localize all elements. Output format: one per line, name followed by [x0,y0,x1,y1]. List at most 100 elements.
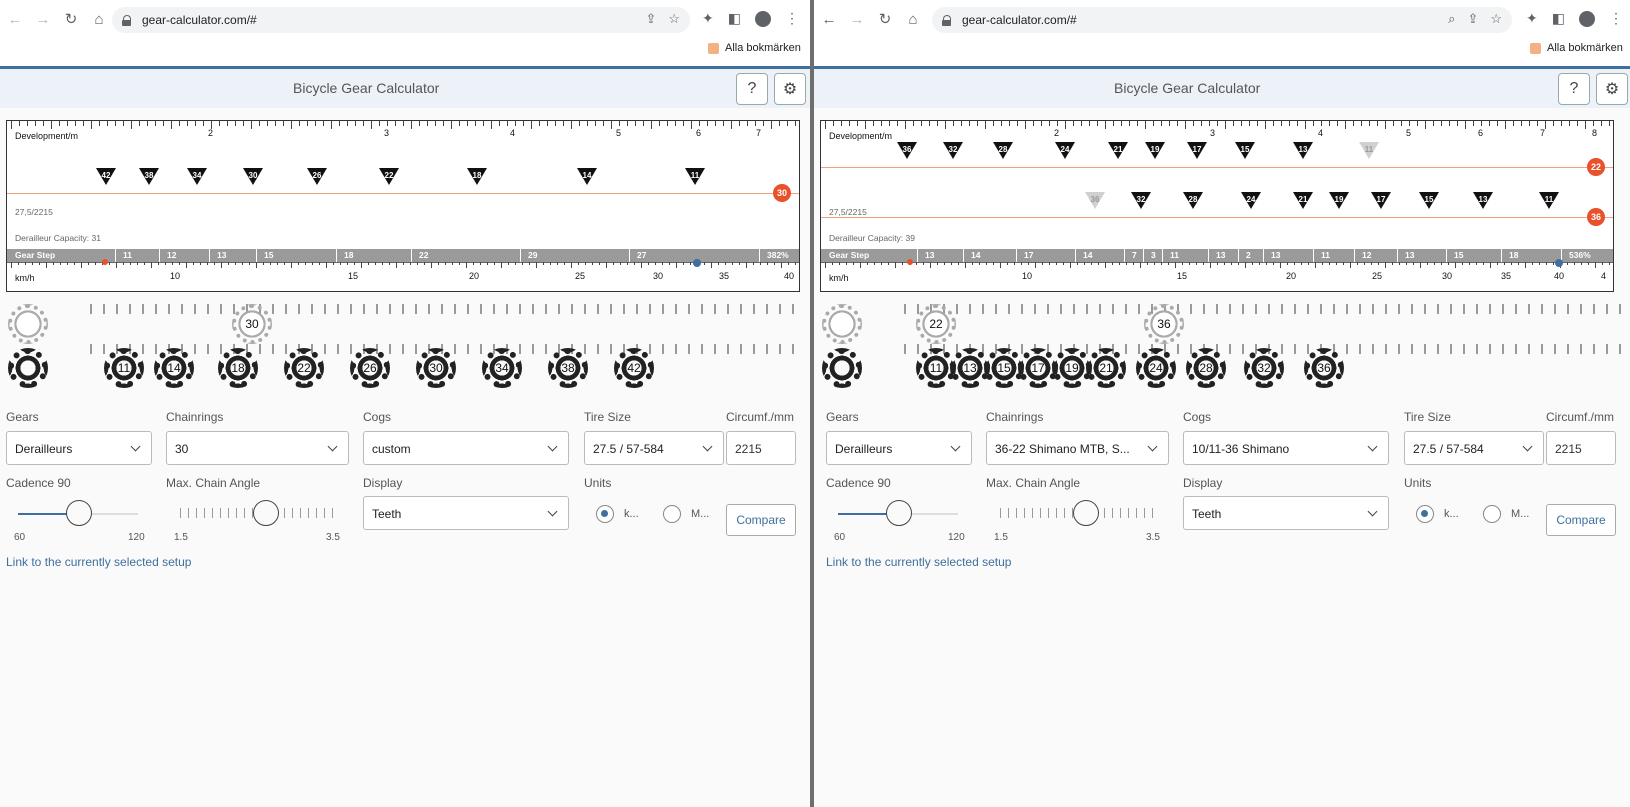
gear-step-label: Gear Step [829,250,870,260]
compare-button[interactable]: Compare [1546,504,1616,536]
gears-label: Gears [6,410,39,424]
ruler-tick [187,121,188,126]
setup-link[interactable]: Link to the currently selected setup [6,555,191,569]
cog-gear[interactable]: 36 [1304,348,1344,388]
unit-mph-radio[interactable] [1483,505,1501,523]
kmh-tick [1371,262,1372,265]
kmh-tick [1462,262,1463,265]
ruler-tick [419,121,420,126]
tire-size-select[interactable]: 27.5 / 57-584 [1404,431,1544,465]
sidepanel-icon[interactable]: ◧ [1552,10,1565,27]
cog-gear[interactable]: 28 [1186,348,1226,388]
kmh-tick [137,262,138,265]
setup-link[interactable]: Link to the currently selected setup [826,555,1011,569]
chain-angle-knob[interactable] [1073,500,1099,526]
help-button[interactable]: ? [1558,73,1590,105]
cadence-knob[interactable] [66,500,92,526]
compare-button[interactable]: Compare [726,504,796,536]
chainring-gear[interactable]: 30 [232,304,272,344]
circumference-input[interactable]: 2215 [726,431,796,465]
star-icon[interactable]: ☆ [1490,11,1502,27]
kmh-tick [1238,262,1239,265]
ruler-tick [331,121,332,129]
cog-gear[interactable]: 22 [284,348,324,388]
kmh-tick [256,262,257,268]
ruler-tick [1217,121,1218,126]
ruler-tick [1385,121,1386,129]
extensions-icon[interactable]: ✦ [1526,10,1538,27]
cog-gear[interactable]: 11 [104,348,144,388]
cogs-select[interactable]: 10/11-36 Shimano [1183,431,1389,465]
sidepanel-icon[interactable]: ◧ [728,10,741,27]
gears-select[interactable]: Derailleurs [826,431,972,465]
profile-icon[interactable] [754,10,771,27]
chainring-badge[interactable]: 36 [1587,208,1605,226]
display-select[interactable]: Teeth [363,496,569,530]
bookmarks-bar[interactable]: Alla bokmärken [708,42,801,54]
bookmarks-bar[interactable]: Alla bokmärken [1530,42,1623,54]
cog-gear[interactable]: 24 [1136,348,1176,388]
chainrings-select[interactable]: 30 [166,431,349,465]
settings-button[interactable]: ⚙ [1596,73,1628,105]
ruler-tick [1377,121,1378,126]
gear-marker-label: 24 [1060,145,1070,154]
home-icon[interactable]: ⌂ [904,10,922,28]
cogs-select[interactable]: custom [363,431,569,465]
profile-icon[interactable] [1578,10,1595,27]
chainring-gear[interactable]: 36 [1144,304,1184,344]
display-select[interactable]: Teeth [1183,496,1389,530]
cog-gear[interactable]: 32 [1244,348,1284,388]
gears-select[interactable]: Derailleurs [6,431,152,465]
reload-icon[interactable]: ↻ [876,10,894,28]
unit-kmh-radio[interactable] [1416,505,1434,523]
settings-button[interactable]: ⚙ [774,73,806,105]
chainrings-select[interactable]: 36-22 Shimano MTB, S... [986,431,1169,465]
chain-angle-knob[interactable] [253,500,279,526]
cog-gear[interactable]: 14 [154,348,194,388]
cog-gear[interactable]: 30 [416,348,456,388]
menu-icon[interactable]: ⋮ [785,10,799,27]
cog-gear[interactable]: 18 [218,348,258,388]
gear-step-separator [1238,249,1239,262]
cog-gear[interactable]: 42 [614,348,654,388]
chainring-gear[interactable]: 22 [916,304,956,344]
star-icon[interactable]: ☆ [668,11,680,27]
share-icon[interactable]: ⇪ [1467,11,1478,27]
address-bar[interactable]: gear-calculator.com/# ⌕ ⇪ ☆ [932,7,1512,33]
bookmarks-label: Alla bokmärken [1547,42,1623,54]
chainring-badge[interactable]: 30 [773,184,791,202]
address-bar[interactable]: gear-calculator.com/# ⇪ ☆ [112,7,690,33]
zoom-icon[interactable]: ⌕ [1448,11,1455,27]
kmh-tick [179,262,180,265]
tire-size-select[interactable]: 27.5 / 57-584 [584,431,724,465]
cog-gear[interactable]: 26 [350,348,390,388]
gear-chart[interactable]: Development/m 27,5/2215 Derailleur Capac… [820,120,1614,292]
kmh-tick [795,262,796,265]
forward-icon[interactable]: → [34,10,52,28]
circumference-input[interactable]: 2215 [1546,431,1616,465]
back-icon[interactable]: ← [6,10,24,28]
unit-mph-radio[interactable] [663,505,681,523]
gear-chart[interactable]: Development/m 27,5/2215 Derailleur Capac… [6,120,800,292]
unit-kmh-radio[interactable] [596,505,614,523]
cog-gear[interactable]: 38 [548,348,588,388]
share-icon[interactable]: ⇪ [645,11,656,27]
cog-gear[interactable]: 34 [482,348,522,388]
help-button[interactable]: ? [736,73,768,105]
kmh-tick [634,262,635,265]
cog-gear[interactable]: 21 [1086,348,1126,388]
reload-icon[interactable]: ↻ [62,10,80,28]
home-icon[interactable]: ⌂ [90,10,108,28]
forward-icon[interactable]: → [848,10,866,28]
back-icon[interactable]: ← [820,10,838,28]
extensions-icon[interactable]: ✦ [702,10,714,27]
kmh-tick [767,262,768,265]
kmh-tick [1546,262,1547,265]
cadence-knob[interactable] [886,500,912,526]
ruler-tick [1249,121,1250,126]
unit-mph-label: M... [691,508,710,520]
menu-icon[interactable]: ⋮ [1609,10,1623,27]
ruler-tick [1553,121,1554,126]
chainring-badge[interactable]: 22 [1587,158,1605,176]
kmh-tick [459,262,460,265]
